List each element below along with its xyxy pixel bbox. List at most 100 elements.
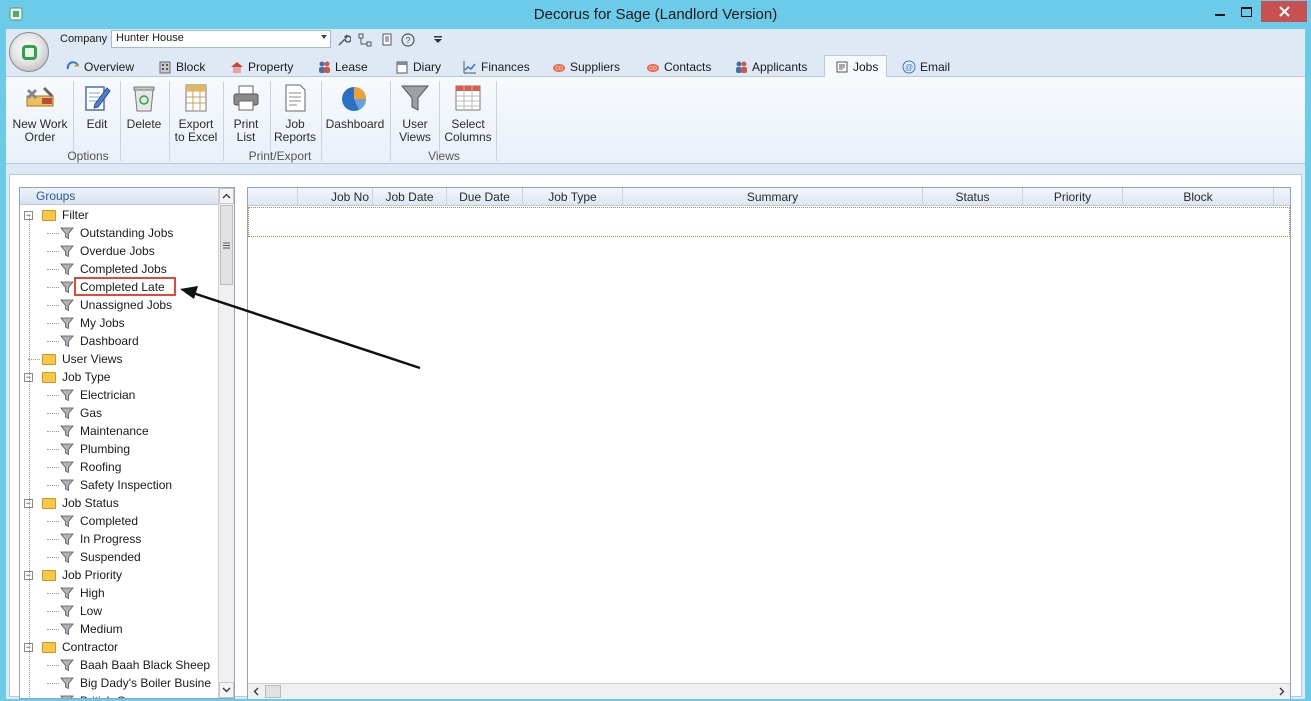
tree-filter-item[interactable]: Overdue Jobs — [20, 242, 218, 260]
tree-filter-item[interactable]: Roofing — [20, 458, 218, 476]
scroll-down-button[interactable] — [219, 682, 234, 698]
tree-filter-item[interactable]: Completed — [20, 512, 218, 530]
tree-filter-item[interactable]: Gas — [20, 404, 218, 422]
ribbon-group-print-export: Print/Export — [248, 149, 312, 163]
column-header-job-no[interactable]: Job No — [298, 188, 373, 206]
tree-filter-item[interactable]: Medium — [20, 620, 218, 638]
select-columns-button[interactable]: Select Columns — [441, 82, 495, 146]
new-row[interactable] — [248, 207, 1290, 237]
user-views-button[interactable]: User Views — [394, 82, 436, 146]
hierarchy-icon — [358, 33, 372, 47]
print-list-label: Print List — [233, 117, 259, 144]
tree-item-label: Roofing — [80, 460, 122, 474]
tree-filter-item[interactable]: Electrician — [20, 386, 218, 404]
funnel-icon — [60, 515, 74, 528]
quick-access-customize-button[interactable] — [429, 31, 447, 49]
delete-button[interactable]: Delete — [123, 82, 165, 146]
tree-connector — [47, 305, 59, 306]
maximize-button[interactable] — [1233, 1, 1260, 22]
tree-folder-item[interactable]: − Job Status — [20, 494, 218, 512]
groups-vertical-scrollbar[interactable] — [218, 188, 234, 698]
tab-applicants[interactable]: Applicants — [734, 56, 807, 77]
tree-connector — [47, 251, 59, 252]
column-header-priority[interactable]: Priority — [1023, 188, 1123, 206]
ribbon-tabs: Overview Block Property Lease Diary Fina… — [6, 54, 1305, 77]
tab-jobs[interactable]: Jobs — [824, 55, 887, 77]
tree-filter-item[interactable]: Low — [20, 602, 218, 620]
minimize-button[interactable] — [1206, 1, 1233, 22]
tree-filter-item[interactable]: Unassigned Jobs — [20, 296, 218, 314]
column-header-status[interactable]: Status — [923, 188, 1023, 206]
edit-button[interactable]: Edit — [76, 82, 118, 146]
ribbon-group-divider — [390, 81, 391, 161]
tree-folder-item[interactable]: − Filter — [20, 206, 218, 224]
tree-connector — [47, 413, 59, 414]
scroll-right-button[interactable] — [1274, 684, 1290, 699]
tab-block[interactable]: Block — [158, 56, 205, 77]
tree-filter-item[interactable]: Completed Late — [20, 277, 218, 296]
delete-label: Delete — [126, 117, 162, 131]
column-header-block[interactable]: Block — [1123, 188, 1274, 206]
tab-suppliers[interactable]: CO Suppliers — [552, 56, 620, 77]
tree-folder-item[interactable]: User Views — [20, 350, 218, 368]
export-excel-icon — [185, 84, 207, 112]
column-header-job-type[interactable]: Job Type — [523, 188, 623, 206]
tree-filter-item[interactable]: Suspended — [20, 548, 218, 566]
scroll-up-button[interactable] — [219, 188, 234, 204]
new-work-order-button[interactable]: New Work Order — [8, 82, 72, 146]
job-reports-button[interactable]: Job Reports — [272, 82, 318, 146]
grip-icon — [223, 242, 230, 248]
tab-label: Email — [920, 59, 951, 74]
dashboard-button[interactable]: Dashboard — [323, 82, 387, 146]
tab-overview[interactable]: Overview — [66, 56, 134, 77]
folder-icon — [42, 570, 56, 581]
tab-diary[interactable]: Diary — [395, 56, 441, 77]
funnel-icon — [60, 317, 74, 330]
chevron-left-icon — [253, 687, 259, 696]
tree-filter-item[interactable]: Plumbing — [20, 440, 218, 458]
print-list-button[interactable]: Print List — [226, 82, 266, 146]
scroll-thumb[interactable] — [265, 685, 281, 698]
tree-folder-item[interactable]: − Contractor — [20, 638, 218, 656]
tree-filter-item[interactable]: Completed Jobs — [20, 260, 218, 278]
tab-lease[interactable]: Lease — [317, 56, 368, 77]
tab-email[interactable]: @ Email — [902, 56, 950, 77]
tree-filter-item[interactable]: Safety Inspection — [20, 476, 218, 494]
tree-item-label: My Jobs — [80, 316, 125, 330]
tree-filter-item[interactable]: Baah Baah Black Sheep — [20, 656, 218, 674]
tree-filter-item[interactable]: Big Dady's Boiler Busine — [20, 674, 218, 692]
chevron-up-icon — [222, 193, 231, 199]
tab-finances[interactable]: Finances — [463, 56, 530, 77]
help-button[interactable]: ? — [399, 31, 417, 49]
documents-button[interactable] — [378, 31, 396, 49]
structure-button[interactable] — [356, 31, 374, 49]
column-header-due-date[interactable]: Due Date — [447, 188, 523, 206]
tree-filter-item[interactable]: Outstanding Jobs — [20, 224, 218, 242]
company-select[interactable]: Hunter House — [111, 30, 331, 48]
tab-contacts[interactable]: CO Contacts — [646, 56, 711, 77]
scroll-thumb[interactable] — [220, 205, 233, 285]
tree-folder-item[interactable]: − Job Type — [20, 368, 218, 386]
export-to-excel-button[interactable]: Export to Excel — [172, 82, 220, 146]
tree-filter-item[interactable]: British Gas — [20, 692, 218, 698]
funnel-icon — [60, 299, 74, 312]
tree-filter-item[interactable]: Maintenance — [20, 422, 218, 440]
scroll-left-button[interactable] — [248, 684, 264, 699]
tree-filter-item[interactable]: My Jobs — [20, 314, 218, 332]
printer-icon — [233, 85, 259, 111]
settings-button[interactable] — [335, 31, 353, 49]
close-button[interactable] — [1261, 1, 1307, 22]
tab-property[interactable]: Property — [230, 56, 293, 77]
help-icon: ? — [401, 33, 415, 47]
tree-item-label: Gas — [80, 406, 103, 420]
column-header-job-date[interactable]: Job Date — [373, 188, 447, 206]
tree-folder-item[interactable]: − Job Priority — [20, 566, 218, 584]
grid-horizontal-scrollbar[interactable] — [248, 683, 1290, 699]
column-header-summary[interactable]: Summary — [623, 188, 923, 206]
tree-filter-item[interactable]: High — [20, 584, 218, 602]
tree-item-label: Plumbing — [80, 442, 131, 456]
tree-filter-item[interactable]: Dashboard — [20, 332, 218, 350]
column-header-select[interactable] — [248, 188, 298, 206]
tree-filter-item[interactable]: In Progress — [20, 530, 218, 548]
tree-item-label: Completed — [80, 514, 139, 528]
